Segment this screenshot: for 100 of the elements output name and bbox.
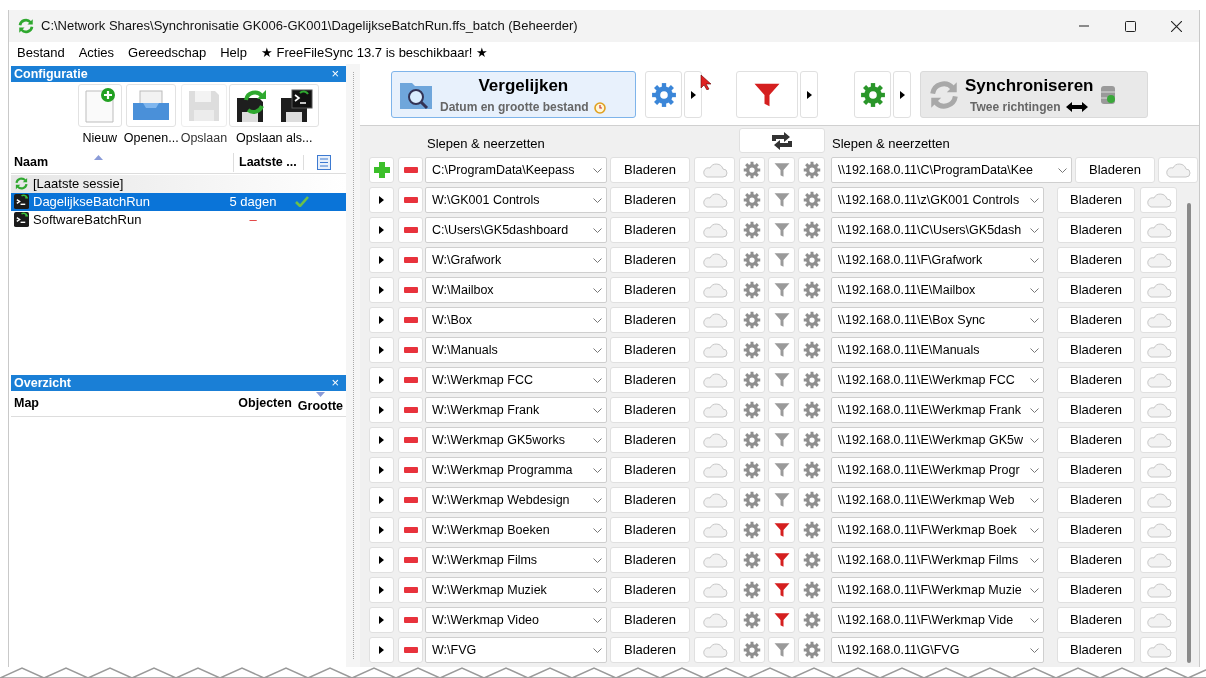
folder-path-field[interactable]: \\192.168.0.11\F\Werkmap Boek (831, 517, 1044, 543)
folder-path-field[interactable]: \\192.168.0.11\F\Werkmap Muzie (831, 577, 1044, 603)
compare-settings-button[interactable] (739, 217, 765, 243)
sync-settings-button[interactable] (798, 337, 825, 363)
remove-folder-pair-button[interactable] (398, 367, 423, 393)
expand-button[interactable] (369, 277, 394, 303)
compare-settings-button[interactable] (739, 457, 765, 483)
synchronize-button[interactable]: Synchroniseren Twee richtingen (920, 71, 1148, 118)
compare-settings-button[interactable] (739, 577, 765, 603)
remove-folder-pair-button[interactable] (398, 637, 423, 663)
sync-settings-button[interactable] (798, 307, 825, 333)
expand-button[interactable] (369, 427, 394, 453)
folder-path-field[interactable]: W:\Werkmap GK5works (425, 427, 607, 453)
filter-button[interactable] (768, 637, 795, 663)
filter-button[interactable] (768, 487, 795, 513)
filter-button[interactable] (768, 247, 795, 273)
expand-button[interactable] (369, 577, 394, 603)
sync-settings-button[interactable] (798, 547, 825, 573)
browse-button[interactable]: Bladeren (610, 517, 690, 543)
sync-settings-button[interactable] (798, 517, 825, 543)
remove-folder-pair-button[interactable] (398, 517, 423, 543)
scrollbar[interactable] (1187, 203, 1191, 663)
compare-settings-button[interactable] (739, 337, 765, 363)
folder-path-field[interactable]: \\192.168.0.11\C\ProgramData\Kee (831, 157, 1072, 183)
menu-item[interactable]: Help (220, 43, 247, 63)
compare-settings-button[interactable] (739, 427, 765, 453)
filter-button[interactable] (736, 71, 798, 118)
browse-button[interactable]: Bladeren (610, 157, 690, 183)
column-header[interactable]: Objecten (238, 394, 298, 413)
expand-button[interactable] (369, 487, 394, 513)
folder-path-field[interactable]: W:\Werkmap Programma (425, 457, 607, 483)
compare-settings-button[interactable] (739, 397, 765, 423)
browse-button[interactable]: Bladeren (610, 337, 690, 363)
remove-folder-pair-button[interactable] (398, 397, 423, 423)
sync-settings-button[interactable] (798, 487, 825, 513)
folder-path-field[interactable]: W:\Werkmap Films (425, 547, 607, 573)
browse-button[interactable]: Bladeren (1057, 277, 1135, 303)
sync-settings-button[interactable] (798, 607, 825, 633)
remove-folder-pair-button[interactable] (398, 277, 423, 303)
browse-button[interactable]: Bladeren (1057, 367, 1135, 393)
sync-settings-button[interactable] (798, 247, 825, 273)
sync-settings-button[interactable] (798, 217, 825, 243)
dropdown-button[interactable] (893, 71, 911, 118)
browse-button[interactable]: Bladeren (610, 397, 690, 423)
browse-button[interactable]: Bladeren (1057, 487, 1135, 513)
close-button[interactable]: × (331, 64, 343, 84)
browse-button[interactable]: Bladeren (610, 367, 690, 393)
remove-folder-pair-button[interactable] (398, 577, 423, 603)
browse-button[interactable]: Bladeren (610, 637, 690, 663)
expand-button[interactable] (369, 637, 394, 663)
expand-button[interactable] (369, 307, 394, 333)
browse-button[interactable]: Bladeren (1057, 337, 1135, 363)
folder-path-field[interactable]: W:\Werkmap Webdesign (425, 487, 607, 513)
filter-button[interactable] (768, 457, 795, 483)
folder-path-field[interactable]: C:\Users\GK5dashboard (425, 217, 607, 243)
compare-settings-button[interactable] (739, 517, 765, 543)
compare-settings-button[interactable] (739, 247, 765, 273)
swap-sides-button[interactable] (739, 128, 825, 153)
filter-button[interactable] (768, 547, 795, 573)
expand-button[interactable] (369, 217, 394, 243)
folder-path-field[interactable]: \\192.168.0.11\E\Werkmap Progr (831, 457, 1044, 483)
folder-path-field[interactable]: \\192.168.0.11\F\Werkmap Films (831, 547, 1044, 573)
remove-folder-pair-button[interactable] (398, 187, 423, 213)
compare-settings-button[interactable] (739, 607, 765, 633)
remove-folder-pair-button[interactable] (398, 427, 423, 453)
folder-path-field[interactable]: W:\Grafwork (425, 247, 607, 273)
expand-button[interactable] (369, 367, 394, 393)
folder-path-field[interactable]: \\192.168.0.11\E\Werkmap Web (831, 487, 1044, 513)
compare-settings-button[interactable] (739, 637, 765, 663)
filter-button[interactable] (768, 277, 795, 303)
remove-folder-pair-button[interactable] (398, 607, 423, 633)
browse-button[interactable]: Bladeren (1057, 217, 1135, 243)
folder-path-field[interactable]: \\192.168.0.11\G\FVG (831, 637, 1044, 663)
browse-button[interactable]: Bladeren (1057, 307, 1135, 333)
folder-path-field[interactable]: \\192.168.0.11\E\Box Sync (831, 307, 1044, 333)
folder-path-field[interactable]: W:\FVG (425, 637, 607, 663)
browse-button[interactable]: Bladeren (1057, 517, 1135, 543)
remove-folder-pair-button[interactable] (398, 337, 423, 363)
column-header[interactable]: Laatste ... (233, 152, 303, 172)
remove-folder-pair-button[interactable] (398, 547, 423, 573)
browse-button[interactable]: Bladeren (610, 277, 690, 303)
compare-settings-button[interactable] (739, 367, 765, 393)
sync-settings-button[interactable] (798, 457, 825, 483)
filter-button[interactable] (768, 517, 795, 543)
folder-path-field[interactable]: \\192.168.0.11\E\Werkmap GK5w (831, 427, 1044, 453)
filter-button[interactable] (768, 427, 795, 453)
browse-button[interactable]: Bladeren (1057, 457, 1135, 483)
browse-button[interactable]: Bladeren (1057, 547, 1135, 573)
browse-button[interactable]: Bladeren (1057, 247, 1135, 273)
browse-button[interactable]: Bladeren (610, 487, 690, 513)
expand-button[interactable] (369, 517, 394, 543)
menu-item[interactable]: Gereedschap (128, 43, 207, 63)
compare-settings-button[interactable] (739, 157, 765, 183)
column-header[interactable]: Map (14, 394, 239, 413)
config-item[interactable]: SoftwareBatchRun – (11, 210, 346, 229)
sync-settings-button[interactable] (798, 277, 825, 303)
compare-settings-button[interactable] (739, 307, 765, 333)
expand-button[interactable] (369, 397, 394, 423)
list-icon[interactable] (316, 154, 331, 170)
close-button[interactable]: × (331, 373, 343, 393)
